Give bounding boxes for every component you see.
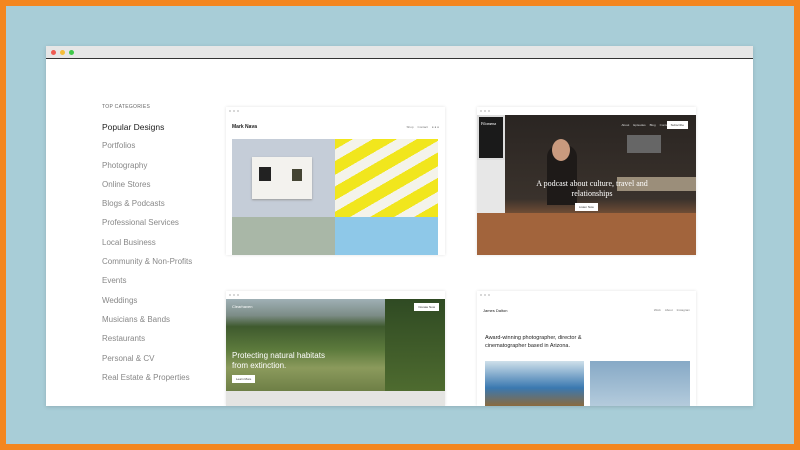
- category-events[interactable]: Events: [102, 276, 192, 295]
- joshua-tree-image: [485, 361, 584, 406]
- nav-link: Instagram: [676, 308, 690, 312]
- category-popular-designs[interactable]: Popular Designs: [102, 122, 192, 141]
- close-dot-icon[interactable]: [51, 49, 56, 55]
- category-community[interactable]: Community & Non-Profits: [102, 257, 192, 276]
- category-weddings[interactable]: Weddings: [102, 296, 192, 315]
- site-name: Clearhaven: [232, 304, 253, 309]
- category-online-stores[interactable]: Online Stores: [102, 180, 192, 199]
- listen-button[interactable]: Listen Now: [575, 203, 598, 211]
- book-image: [232, 139, 335, 217]
- table: [477, 213, 696, 255]
- nature-hero: Clearhaven Donate Now Protecting natural…: [226, 299, 445, 391]
- hero-headline: A podcast about culture, travel and rela…: [536, 179, 648, 198]
- donate-button[interactable]: Donate Now: [414, 303, 439, 311]
- nav-link: Contact: [417, 125, 428, 129]
- category-photography[interactable]: Photography: [102, 161, 192, 180]
- site-name: Mark Nava: [232, 124, 258, 130]
- category-sidebar: TOP CATEGORIES Popular Designs Portfolio…: [102, 104, 192, 392]
- template-card-filomena[interactable]: Filomena About Episodes Blog Contact Subscr…: [477, 107, 696, 255]
- image-grid: [232, 139, 445, 255]
- category-restaurants[interactable]: Restaurants: [102, 334, 192, 353]
- nav-link: Episodes: [633, 123, 646, 127]
- category-portfolios[interactable]: Portfolios: [102, 141, 192, 160]
- category-real-estate[interactable]: Real Estate & Properties: [102, 373, 192, 392]
- title-bar: [46, 46, 753, 59]
- hero-headline: Protecting natural habitats from extinct…: [232, 351, 325, 370]
- can-image: [335, 217, 438, 255]
- trees: [385, 299, 445, 391]
- card-strip: [226, 107, 445, 115]
- minimize-dot-icon[interactable]: [60, 49, 65, 55]
- sky-image: [590, 361, 690, 406]
- card-strip: [477, 107, 696, 115]
- business-cards-image: [335, 139, 438, 217]
- social-icons: ● ● ●: [431, 125, 439, 129]
- template-card-james-dalton[interactable]: James Dalton Work About Instagram Award-wi…: [477, 291, 696, 406]
- category-personal-cv[interactable]: Personal & CV: [102, 354, 192, 373]
- category-musicians[interactable]: Musicians & Bands: [102, 315, 192, 334]
- site-name: Filomena: [481, 121, 497, 126]
- podcast-hero: Filomena About Episodes Blog Contact Subscr…: [477, 115, 696, 255]
- card-strip: [226, 291, 445, 299]
- person-face: [552, 139, 570, 161]
- category-professional-services[interactable]: Professional Services: [102, 218, 192, 237]
- learn-more-button[interactable]: Learn More: [232, 375, 256, 383]
- nav-link: Shop: [406, 125, 414, 129]
- category-local-business[interactable]: Local Business: [102, 238, 192, 257]
- monitor: [627, 135, 661, 153]
- template-card-mark-nava[interactable]: Mark Nava Shop Contact ● ● ●: [226, 107, 445, 255]
- card-strip: [477, 291, 696, 299]
- nav-link: Blog: [649, 123, 656, 127]
- subscribe-button[interactable]: Subscribe: [666, 121, 688, 129]
- intro-text: Award-winning photographer, director & c…: [485, 335, 582, 349]
- sidebar-heading: TOP CATEGORIES: [102, 104, 151, 110]
- nav-link: About: [664, 308, 673, 312]
- template-card-clearhaven[interactable]: Clearhaven Donate Now Protecting natural…: [226, 291, 445, 406]
- site-name: James Dalton: [483, 307, 508, 313]
- photo-image: [232, 217, 335, 255]
- nav-link: Work: [653, 308, 661, 312]
- category-blogs-podcasts[interactable]: Blogs & Podcasts: [102, 199, 192, 218]
- footer-band: [226, 391, 445, 406]
- nav-link: About: [621, 123, 630, 127]
- maximize-dot-icon[interactable]: [69, 49, 74, 55]
- browser-window: TOP CATEGORIES Popular Designs Portfolio…: [46, 46, 753, 406]
